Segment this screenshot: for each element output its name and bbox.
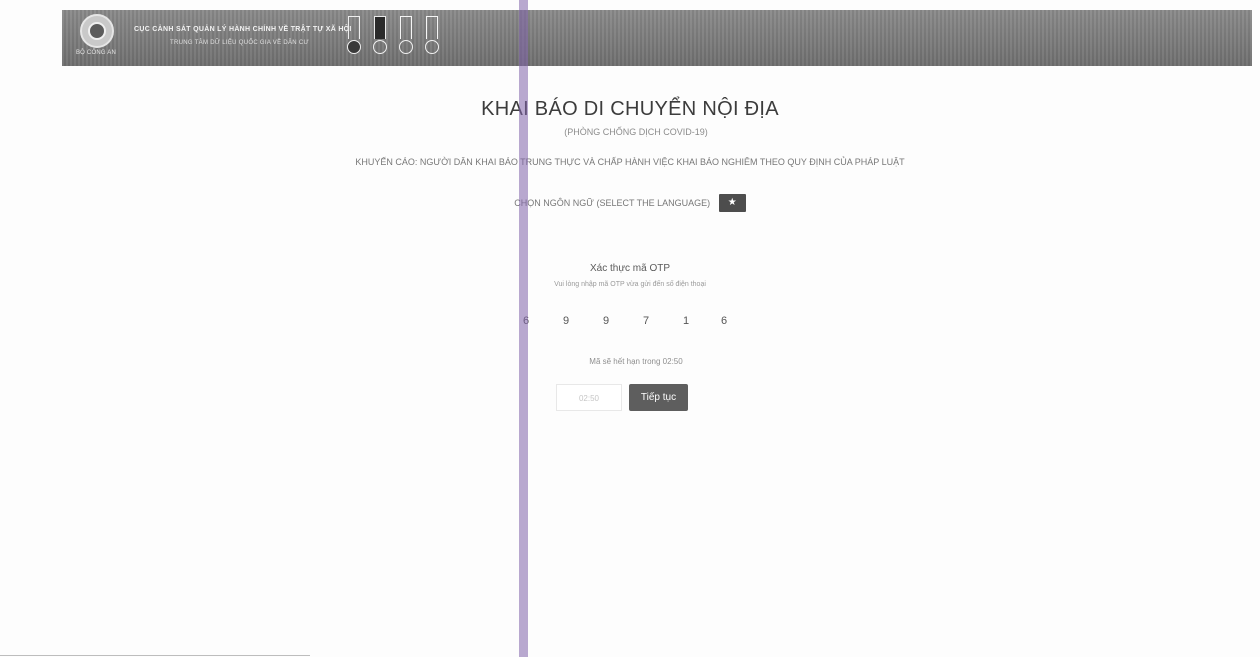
page-subtitle: (PHÒNG CHỐNG DỊCH COVID-19) [564,127,708,137]
otp-digit-4[interactable]: 7 [636,315,656,327]
header-banner: BỘ CÔNG AN CỤC CẢNH SÁT QUẢN LÝ HÀNH CHÍ… [62,10,1252,66]
medal-icon [396,16,414,62]
org-name: CỤC CẢNH SÁT QUẢN LÝ HÀNH CHÍNH VỀ TRẬT … [134,26,352,33]
otp-hint: Vui lòng nhập mã OTP vừa gửi đến số điện… [554,281,706,288]
scan-artifact-line [519,0,528,657]
otp-digit-3[interactable]: 9 [596,315,616,327]
otp-digit-2[interactable]: 9 [556,315,576,327]
language-selector-row: CHỌN NGÔN NGỮ (SELECT THE LANGUAGE) ★ [0,194,1260,212]
medal-icon [370,16,388,62]
warning-text: KHUYẾN CÁO: NGƯỜI DÂN KHAI BÁO TRUNG THỰ… [355,157,905,167]
continue-button[interactable]: Tiếp tục [629,384,688,411]
page: BỘ CÔNG AN CỤC CẢNH SÁT QUẢN LÝ HÀNH CHÍ… [0,0,1260,657]
emblem-center [88,22,106,40]
medal-group [344,16,444,62]
language-label: CHỌN NGÔN NGỮ (SELECT THE LANGUAGE) [514,198,711,208]
otp-digit-5[interactable]: 1 [676,315,696,327]
otp-title: Xác thực mã OTP [589,263,671,274]
page-title: KHAI BÁO DI CHUYỂN NỘI ĐỊA [481,98,779,120]
resend-otp-button[interactable]: 02:50 [556,384,622,411]
medal-icon [422,16,440,62]
otp-expire-text: Mã sẽ hết hạn trong 02:50 [589,357,683,366]
otp-actions: 02:50 Tiếp tục [556,384,696,412]
org-subtitle: TRUNG TÂM DỮ LIỆU QUỐC GIA VỀ DÂN CƯ [170,40,309,46]
police-emblem-logo: BỘ CÔNG AN [74,14,118,62]
otp-input-group: 6 9 9 7 1 6 [514,315,754,335]
medal-icon [344,16,362,62]
otp-digit-6[interactable]: 6 [714,315,734,327]
emblem-caption: BỘ CÔNG AN [75,50,116,56]
language-flag-button[interactable]: ★ [718,194,746,212]
footer-divider [0,655,310,656]
